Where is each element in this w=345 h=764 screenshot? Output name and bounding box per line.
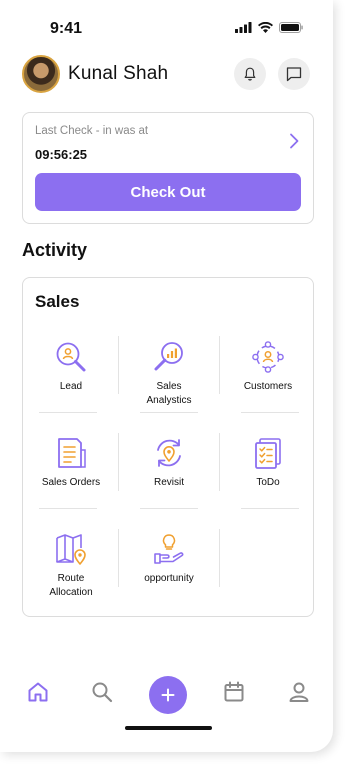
tile-revisit[interactable]: Revisit [121,434,217,510]
notification-button[interactable] [234,58,266,90]
home-indicator [125,726,212,730]
signal-icon [235,22,252,33]
profile-header: Kunal Shah [22,54,312,94]
chat-icon [286,67,302,82]
tile-label: opportunity [144,573,194,584]
tile-opportunity[interactable]: opportunity [121,530,217,606]
todo-icon [255,438,281,469]
bell-icon [244,67,256,81]
add-button[interactable] [149,676,187,714]
last-check-time: 09:56:25 [35,147,88,162]
status-bar: 9:41 [0,0,333,44]
tile-todo[interactable]: ToDo [220,434,316,510]
last-check-label: Last Check - in was at [35,125,149,137]
status-icons [235,22,303,33]
avatar[interactable] [22,55,60,93]
tile-customers[interactable]: Customers [220,338,316,414]
profile-icon[interactable] [287,680,311,704]
lead-search-icon [56,342,86,372]
bottom-nav [0,664,333,724]
tile-label: Lead [59,381,83,392]
customers-icon [252,341,284,373]
tile-route-allocation[interactable]: Route Allocation [23,530,119,606]
sales-card: Sales Lead Sales Analystics Customers Sa… [22,277,314,617]
wifi-icon [258,22,273,33]
tile-label: Customers [243,381,293,392]
last-check-card: Last Check - in was at 09:56:25 Check Ou… [22,112,314,224]
revisit-icon [157,439,181,467]
opportunity-icon [154,534,184,564]
calendar-icon[interactable] [222,680,246,704]
status-time: 9:41 [50,20,83,37]
tile-label: Sales Orders [41,477,101,488]
sales-orders-icon [58,438,86,468]
sales-analytics-icon [154,342,183,371]
route-allocation-icon [56,534,86,565]
phone-screen: 9:41 Kunal Shah Last Check - in was at 0… [0,0,333,752]
tile-sales-analytics[interactable]: Sales Analystics [121,338,217,414]
tile-sales-orders[interactable]: Sales Orders [23,434,119,510]
divider [219,529,220,587]
tile-label: Revisit [153,477,184,488]
tile-lead[interactable]: Lead [23,338,119,414]
tile-label: Route Allocation [49,573,93,598]
tile-label: ToDo [256,477,280,488]
messages-button[interactable] [278,58,310,90]
home-icon[interactable] [26,680,50,704]
sales-heading: Sales [35,292,80,311]
search-icon[interactable] [90,680,114,704]
tile-label: Sales Analystics [146,381,192,406]
user-name: Kunal Shah [68,63,169,84]
battery-icon [279,22,303,33]
check-out-button[interactable]: Check Out [35,173,301,211]
plus-icon [161,688,175,702]
activity-heading: Activity [22,240,88,260]
chevron-right-icon[interactable] [289,133,299,149]
